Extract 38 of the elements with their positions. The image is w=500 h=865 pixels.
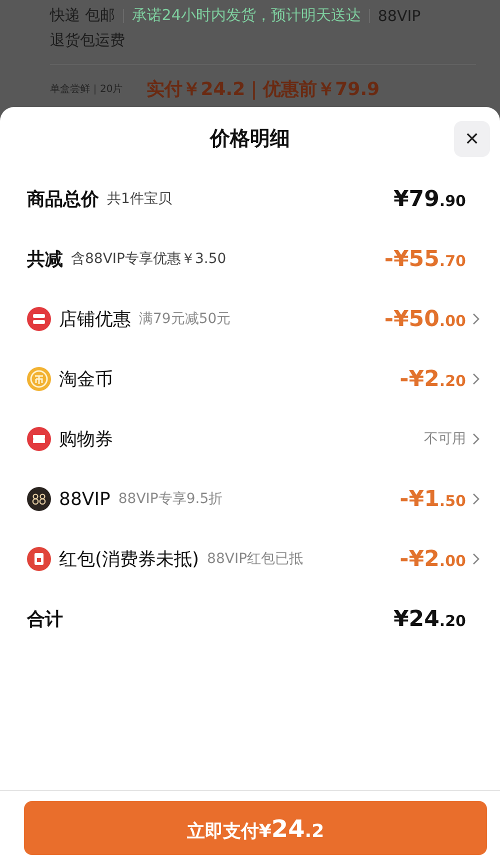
row-label: 店铺优惠	[59, 308, 131, 331]
close-button[interactable]: ✕	[454, 121, 490, 157]
chevron-right-icon	[472, 313, 480, 325]
status-text: 不可用	[424, 430, 466, 448]
chevron-right-icon	[472, 373, 480, 385]
price-amount: -¥2.00	[400, 546, 466, 572]
shipping-note: 退货包运费	[50, 31, 126, 50]
price-summary: 实付￥24.2｜优惠前￥79.9	[146, 78, 380, 101]
row-label: 88VIP	[59, 488, 110, 510]
shipping-tag: 88VIP	[378, 6, 421, 24]
price-amount: ¥24.20	[393, 606, 466, 632]
sheet-title: 价格明细	[210, 124, 290, 152]
row-label: 购物券	[59, 428, 113, 451]
row-label: 合计	[27, 608, 63, 631]
price-amount: -¥1.50	[400, 486, 466, 512]
row-label: 商品总价	[27, 188, 99, 211]
vip-badge-icon	[27, 487, 51, 511]
coin-icon	[27, 367, 51, 391]
chevron-right-icon	[472, 553, 480, 565]
shipping-tag: 承诺24小时内发货，预计明天送达	[132, 6, 361, 25]
row-label: 淘金币	[59, 368, 113, 391]
envelope-icon	[27, 547, 51, 571]
price-amount: ¥79.90	[393, 186, 466, 212]
ticket-icon	[27, 427, 51, 451]
row-label: 共减	[27, 248, 63, 271]
row-note: 含88VIP专享优惠￥3.50	[71, 250, 226, 268]
row-note: 满79元减50元	[139, 310, 231, 328]
row-note: 88VIP专享9.5折	[118, 490, 223, 508]
row-label: 红包(消费券未抵)	[59, 548, 200, 571]
row-note: 88VIP红包已抵	[207, 550, 304, 568]
price-amount: -¥55.70	[384, 246, 466, 272]
chevron-right-icon	[472, 493, 480, 505]
price-amount: -¥2.20	[400, 366, 466, 392]
shop-icon	[27, 307, 51, 331]
chevron-right-icon	[472, 433, 480, 445]
row-note: 共1件宝贝	[107, 190, 172, 208]
shipping-tag: 快递 包邮	[50, 6, 115, 25]
price-amount: -¥50.00	[384, 306, 466, 332]
